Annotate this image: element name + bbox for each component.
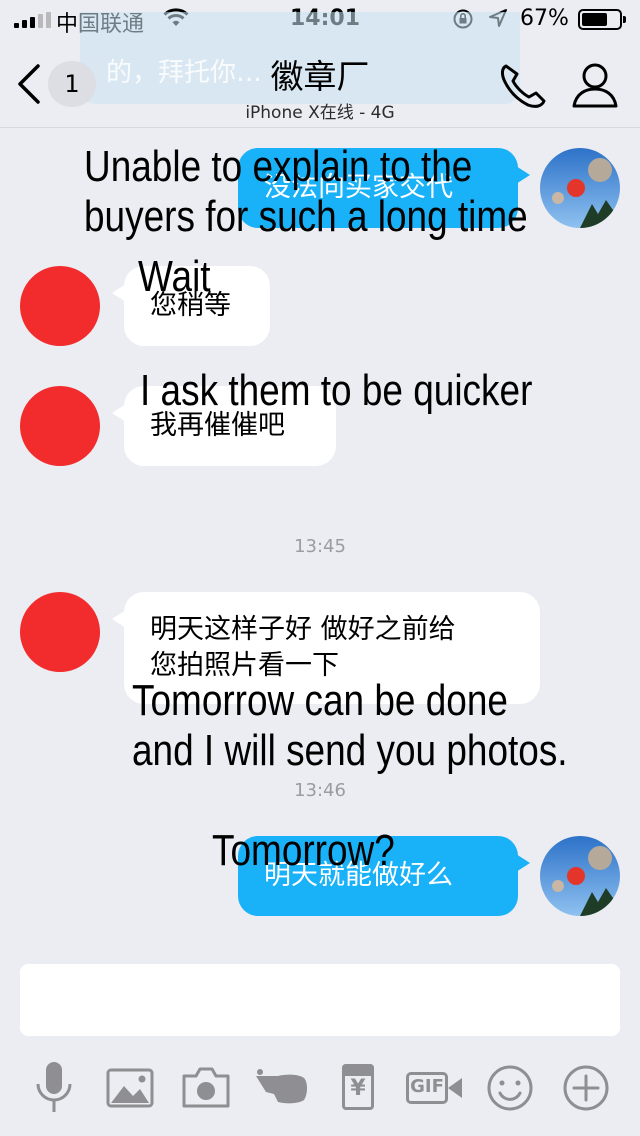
- battery-icon: [578, 9, 626, 30]
- translation-overlay: I ask them to be quicker: [140, 366, 532, 416]
- overlay-line: Unable to explain to the: [84, 142, 473, 191]
- input-toolbar: ¥ GIF: [0, 1056, 640, 1120]
- plus-icon[interactable]: [556, 1056, 616, 1120]
- message-line: 明天这样子好 做好之前给: [150, 614, 456, 645]
- unread-count-badge[interactable]: 1: [48, 61, 96, 107]
- signal-strength-icon: [14, 12, 51, 28]
- timestamp: 13:45: [294, 536, 346, 557]
- gif-icon[interactable]: GIF: [404, 1056, 464, 1120]
- red-packet-label: ¥: [350, 1076, 366, 1101]
- gif-label: GIF: [410, 1076, 444, 1097]
- timestamp: 13:46: [294, 780, 346, 801]
- my-avatar[interactable]: [540, 148, 620, 228]
- poke-icon[interactable]: [252, 1056, 312, 1120]
- red-packet-icon[interactable]: ¥: [328, 1056, 388, 1120]
- avatar-image: [540, 836, 620, 916]
- back-button[interactable]: [10, 62, 50, 106]
- image-icon[interactable]: [100, 1056, 160, 1120]
- message-text: 明天这样子好 做好之前给 您拍照片看一下: [150, 612, 456, 684]
- translation-overlay: Wait: [138, 252, 211, 302]
- emoji-icon[interactable]: [480, 1056, 540, 1120]
- online-status: iPhone X在线 - 4G: [245, 103, 395, 123]
- my-avatar[interactable]: [540, 836, 620, 916]
- translation-overlay: Tomorrow can be done and I will send you…: [132, 676, 568, 776]
- translation-overlay: Tomorrow?: [212, 826, 395, 876]
- contact-avatar[interactable]: [20, 266, 100, 346]
- overlay-line: Wait: [138, 252, 211, 301]
- overlay-line: and I will send you photos.: [132, 726, 568, 775]
- overlay-line: buyers for such a long time: [84, 192, 528, 241]
- overlay-line: I ask them to be quicker: [140, 366, 533, 415]
- overlay-line: Tomorrow can be done: [132, 676, 508, 725]
- message-input[interactable]: [20, 964, 620, 1036]
- microphone-icon[interactable]: [24, 1056, 84, 1120]
- profile-button[interactable]: [568, 58, 622, 112]
- camera-icon[interactable]: [176, 1056, 236, 1120]
- battery-percent: 67%: [520, 6, 569, 31]
- chat-header: 的，拜托你… 1 徽章厂 iPhone X在线 - 4G: [0, 12, 640, 128]
- avatar-image: [540, 148, 620, 228]
- contact-avatar[interactable]: [20, 386, 100, 466]
- contact-avatar[interactable]: [20, 592, 100, 672]
- translation-overlay: Unable to explain to the buyers for such…: [84, 142, 528, 242]
- chat-title: 徽章厂: [270, 57, 370, 96]
- overlay-line: Tomorrow?: [212, 826, 395, 875]
- phone-call-button[interactable]: [496, 58, 552, 112]
